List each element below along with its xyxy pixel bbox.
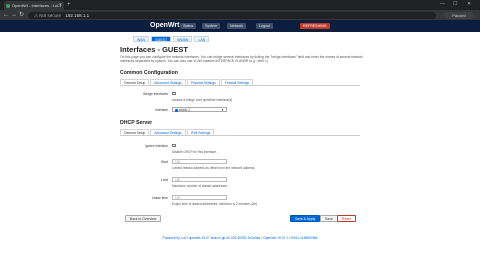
new-tab-icon[interactable]: + [67, 1, 71, 9]
ignore-interface-checkbox[interactable] [172, 143, 176, 147]
tab-close-icon[interactable]: × [59, 1, 62, 10]
divider [120, 135, 360, 136]
action-bar: Back to Overview Save & Apply Save Reset [120, 214, 360, 223]
reload-icon[interactable]: ↻ [19, 11, 24, 19]
back-to-overview-button[interactable]: Back to Overview [125, 215, 162, 222]
lease-time-input[interactable]: 12h [172, 194, 227, 200]
tab-title: OpenWrt - Interfaces - LuCI [12, 3, 62, 8]
bridge-hint: creates a bridge over specified interfac… [172, 98, 233, 102]
bridge-interfaces-checkbox[interactable] [172, 91, 176, 95]
start-label: Start [161, 160, 168, 164]
footer-link[interactable]: Powered by LuCI openwrt-19.07 branch git… [120, 236, 360, 240]
browser-toolbar: ← → ↻ ⚠ Not secure 192.168.1.1 Paused [0, 10, 480, 20]
menu-system[interactable]: System [202, 23, 220, 29]
profile-button[interactable]: Paused [444, 11, 474, 19]
tab-wwan[interactable]: WWAN [173, 36, 193, 42]
brand-logo[interactable]: OpenWrt [150, 21, 179, 31]
limit-input[interactable]: 150 [172, 176, 227, 182]
browser-tab[interactable]: OpenWrt - Interfaces - LuCI × [4, 1, 64, 10]
menu-logout[interactable]: Logout [256, 23, 273, 29]
save-apply-button[interactable]: Save & Apply [290, 215, 321, 222]
reset-button[interactable]: Reset [337, 215, 356, 222]
interface-select[interactable]: wlan0-1 ▼ [172, 106, 227, 112]
common-config-heading: Common Configuration [120, 70, 178, 76]
page-title: Interfaces - GUEST [120, 45, 188, 54]
menu-network[interactable]: Network [227, 23, 247, 29]
page-description: On this page you can configure the netwo… [120, 55, 363, 64]
browser-titlebar: OpenWrt - Interfaces - LuCI × + — ☐ ✕ [0, 0, 480, 10]
back-icon[interactable]: ← [3, 11, 9, 19]
address-bar[interactable]: ⚠ Not secure 192.168.1.1 [28, 11, 436, 19]
bridge-interfaces-label: Bridge interfaces [143, 92, 168, 96]
not-secure-label: ⚠ Not secure [34, 12, 62, 18]
limit-hint: Maximum number of leased addresses. [172, 184, 228, 188]
favicon-icon [6, 4, 10, 8]
url-text: 192.168.1.1 [65, 12, 90, 18]
interface-tabs: WAN GUEST WWAN LAN [133, 36, 210, 42]
interface-label: Interface [155, 108, 168, 112]
divider [120, 85, 360, 86]
save-button[interactable]: Save [320, 215, 338, 222]
limit-label: Limit [161, 178, 168, 182]
tab-guest[interactable]: GUEST [151, 36, 172, 42]
tab-lan[interactable]: LAN [194, 36, 210, 42]
close-window-icon[interactable]: ✕ [467, 1, 471, 7]
interface-value: wlan0-1 [179, 107, 191, 112]
luci-header: OpenWrt Status System Network Logout REF… [0, 20, 480, 32]
start-hint: Lowest leased address as offset from the… [172, 166, 256, 170]
minimize-icon[interactable]: — [440, 1, 445, 7]
wireless-icon [174, 108, 178, 112]
tab-wan[interactable]: WAN [133, 36, 150, 42]
maximize-icon[interactable]: ☐ [453, 1, 457, 7]
refresh-indicator[interactable]: REFRESHING [300, 23, 330, 29]
forward-icon[interactable]: → [11, 11, 17, 19]
menu-status[interactable]: Status [180, 23, 197, 29]
start-input[interactable]: 100 [172, 158, 227, 164]
chevron-down-icon: ▼ [221, 107, 224, 112]
lease-time-label: Lease time [151, 196, 168, 200]
dhcp-server-heading: DHCP Server [120, 120, 153, 126]
lease-time-hint: Expiry time of leased addresses, minimum… [172, 202, 259, 206]
ignore-hint: Disable DHCP for this interface. [172, 150, 217, 154]
ignore-interface-label: Ignore interface [145, 144, 168, 148]
